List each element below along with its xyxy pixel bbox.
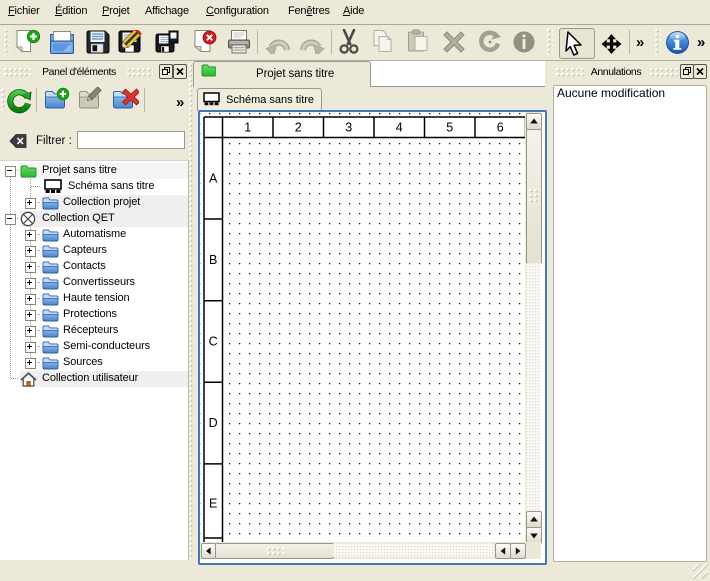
svg-text:E: E — [209, 497, 217, 511]
svg-text:B: B — [209, 253, 217, 267]
svg-text:4: 4 — [396, 121, 403, 135]
svg-text:A: A — [209, 172, 218, 186]
svg-text:2: 2 — [295, 121, 302, 135]
svg-text:D: D — [209, 416, 218, 430]
svg-text:1: 1 — [244, 121, 251, 135]
svg-text:3: 3 — [345, 121, 352, 135]
svg-text:C: C — [209, 335, 218, 349]
svg-text:6: 6 — [497, 121, 504, 135]
svg-text:5: 5 — [446, 121, 453, 135]
